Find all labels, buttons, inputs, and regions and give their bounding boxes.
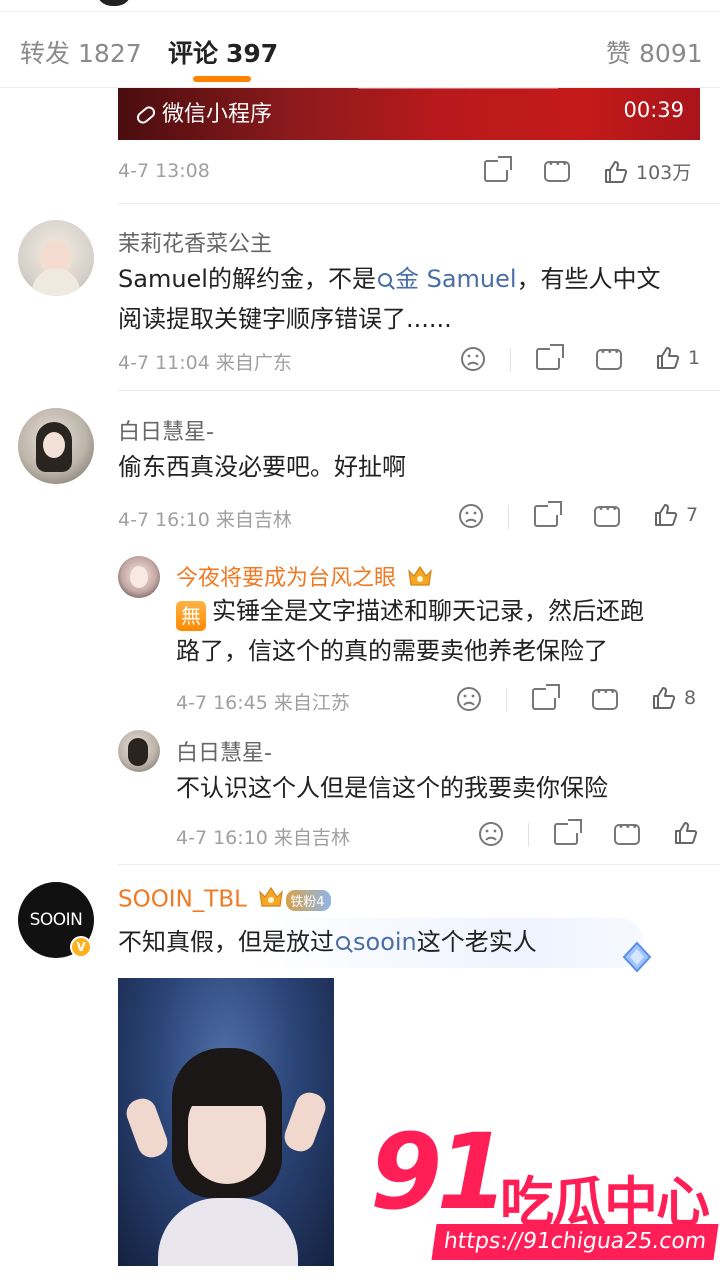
frown-face-icon [478,821,504,847]
reply-username[interactable]: 今夜将要成为台风之眼 [176,560,433,593]
watermark-logo: 91 吃瓜中心 https://91chigua25.com [370,1120,720,1280]
reply-meta: 4-7 16:10 来自吉林 [176,827,350,849]
divider [118,203,720,204]
share-button[interactable] [534,501,562,527]
avatar[interactable] [18,220,94,296]
keyword-link[interactable]: 金 Samuel [376,265,517,293]
miniapp-link[interactable]: 微信小程序 [134,96,272,128]
link-icon [134,103,158,127]
post-time: 4-7 13:08 [118,160,210,182]
comment-button[interactable] [592,687,618,710]
avatar[interactable] [118,730,160,772]
thumb-up-icon [652,686,676,710]
share-icon [534,501,562,527]
thumb-up-icon [656,346,680,370]
comment-icon [596,347,622,370]
like-count: 103万 [636,162,692,184]
tab-like-label: 赞 [606,39,632,68]
share-button[interactable] [554,819,582,845]
like-button[interactable]: 1 [656,346,700,370]
like-button[interactable]: 8 [652,686,696,710]
tab-comment-count: 397 [226,39,279,68]
frown-face-icon [458,503,484,529]
comment-button[interactable] [614,822,640,845]
reply-text: 無实锤全是文字描述和聊天记录，然后还跑 路了，信这个的真的需要卖他养老保险了 [176,597,644,665]
reply-text: 不认识这个人但是信这个的我要卖你保险 [176,774,608,802]
share-button[interactable] [536,344,564,370]
comment-button[interactable] [596,347,622,370]
comment-icon [592,687,618,710]
tab-comment[interactable]: 评论 397 [168,34,278,70]
comment-meta: 4-7 11:04 来自广东 [118,352,292,374]
avatar[interactable] [118,556,160,598]
comment-icon [614,822,640,845]
diamond-sparkle-icon [620,940,654,978]
tab-comment-label: 评论 [168,39,219,68]
like-count: 7 [686,504,699,526]
dislike-button[interactable] [456,686,482,712]
verified-badge-icon: V [70,936,92,958]
tab-active-indicator [193,76,251,82]
video-card[interactable]: 微信小程序 00:39 [118,88,700,140]
tab-like-count: 8091 [639,39,703,68]
top-partial-bar [0,0,720,12]
thumb-up-icon [654,503,678,527]
search-icon [377,273,392,287]
crown-badge-icon [258,886,284,914]
frown-face-icon [456,686,482,712]
dislike-button[interactable] [458,503,484,529]
divider [118,864,720,865]
comment-meta: 4-7 16:10 来自吉林 [118,509,292,531]
comment-username[interactable]: SOOIN_TBL 铁粉4 [118,886,331,914]
comment-image[interactable] [118,978,334,1266]
share-icon [554,819,582,845]
comment-username[interactable]: 白日慧星- [118,414,214,446]
wu-badge-icon: 無 [176,601,206,631]
share-button[interactable] [532,684,560,710]
avatar-partial [96,0,132,6]
comment-text: 不知真假，但是放过 sooin这个老实人 [118,928,537,956]
dislike-button[interactable] [478,821,504,847]
tab-like[interactable]: 赞 8091 [606,34,703,70]
comment-username[interactable]: 茉莉花香菜公主 [118,226,272,258]
like-button[interactable]: 103万 [604,158,691,185]
crown-badge-icon [407,565,433,593]
comment-icon [594,504,620,527]
thumb-up-icon [604,160,628,184]
thumb-up-icon [674,821,698,845]
avatar[interactable] [18,408,94,484]
search-icon [336,936,350,950]
reply-username[interactable]: 白日慧星- [176,735,272,767]
tab-repost-count: 1827 [78,39,142,68]
like-count: 1 [688,347,701,369]
share-icon [532,684,560,710]
divider [118,390,720,391]
comment-text: Samuel的解约金，不是金 Samuel，有些人中文 阅读提取关键字顺序错误了… [118,265,661,333]
tab-bar: 转发 1827 评论 397 赞 8091 [0,12,720,88]
keyword-link[interactable]: sooin [334,928,417,956]
comment-button[interactable] [544,159,570,182]
share-icon [536,344,564,370]
comment-button[interactable] [594,504,620,527]
like-button[interactable] [674,821,698,845]
comment-text: 偷东西真没必要吧。好扯啊 [118,453,406,481]
reply-meta: 4-7 16:45 来自江苏 [176,692,350,714]
tab-repost[interactable]: 转发 1827 [20,34,142,70]
comment-icon [544,159,570,182]
frown-face-icon [460,346,486,372]
like-count: 8 [684,687,697,709]
share-button[interactable] [484,156,512,182]
like-button[interactable]: 7 [654,503,698,527]
dislike-button[interactable] [460,346,486,372]
share-icon [484,156,512,182]
video-duration: 00:39 [623,98,684,122]
fan-level-badge: 铁粉4 [286,889,331,911]
tab-repost-label: 转发 [20,39,71,68]
